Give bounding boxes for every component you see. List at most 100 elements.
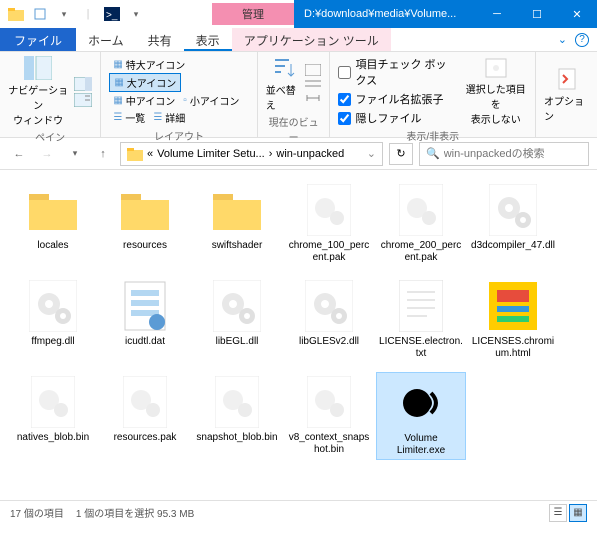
- chevron-down-icon[interactable]: ▾: [126, 4, 146, 24]
- list-item[interactable]: v8_context_snapshot.bin: [284, 372, 374, 460]
- details-view-button[interactable]: ☰: [549, 504, 567, 522]
- list-item[interactable]: ffmpeg.dll: [8, 276, 98, 362]
- tab-home[interactable]: ホーム: [76, 28, 136, 51]
- close-button[interactable]: ✕: [557, 0, 597, 28]
- list-item[interactable]: swiftshader: [192, 180, 282, 266]
- window-controls: ─ ☐ ✕: [477, 0, 597, 28]
- refresh-button[interactable]: ↻: [389, 143, 413, 165]
- file-icon: [117, 374, 173, 430]
- list-item[interactable]: resources.pak: [100, 372, 190, 460]
- groupby-icon[interactable]: [305, 64, 321, 76]
- checkbox-hidden[interactable]: 隠しファイル: [338, 110, 454, 126]
- tab-share[interactable]: 共有: [136, 28, 184, 51]
- list-item[interactable]: icudtl.dat: [100, 276, 190, 362]
- list-item[interactable]: natives_blob.bin: [8, 372, 98, 460]
- ribbon-group-show-hide: 項目チェック ボックス ファイル名拡張子 隠しファイル 選択した項目を 表示しな…: [330, 52, 536, 137]
- file-icon: [117, 182, 173, 238]
- checkbox-extensions[interactable]: ファイル名拡張子: [338, 91, 454, 107]
- list-item[interactable]: chrome_100_percent.pak: [284, 180, 374, 266]
- chevron-left-icon[interactable]: «: [147, 148, 153, 160]
- minimize-button[interactable]: ─: [477, 0, 517, 28]
- up-button[interactable]: ↑: [92, 143, 114, 165]
- nav-pane-icon: [24, 56, 52, 80]
- file-label: d3dcompiler_47.dll: [471, 240, 555, 252]
- ribbon-group-label-showhide: 表示/非表示: [338, 126, 527, 143]
- file-icon: [25, 374, 81, 430]
- view-large-button[interactable]: ▦大アイコン: [109, 73, 181, 92]
- preview-pane-icon[interactable]: [74, 77, 92, 91]
- sizecolumns-icon[interactable]: [305, 92, 321, 104]
- context-tab-title: 管理: [212, 3, 294, 25]
- list-item[interactable]: libGLESv2.dll: [284, 276, 374, 362]
- status-selected: 1 個の項目を選択 95.3 MB: [76, 505, 194, 520]
- ribbon: ナビゲーション ウィンドウ ペイン ▦特大アイコン ▦大アイコン ▦中アイコン …: [0, 52, 597, 138]
- sort-button[interactable]: 並べ替え: [266, 56, 300, 112]
- recent-button[interactable]: ▾: [64, 143, 86, 165]
- list-item[interactable]: libEGL.dll: [192, 276, 282, 362]
- svg-text:>_: >_: [106, 10, 118, 21]
- tab-view[interactable]: 表示: [184, 28, 232, 51]
- hide-selected-button[interactable]: 選択した項目を 表示しない: [464, 57, 527, 126]
- ribbon-collapse-icon[interactable]: ⌄: [558, 33, 567, 46]
- file-label: icudtl.dat: [125, 336, 165, 348]
- details-pane-icon[interactable]: [74, 93, 92, 107]
- breadcrumb[interactable]: « Volume Limiter Setu... › win-unpacked …: [120, 142, 383, 166]
- ribbon-group-options: オプション: [536, 52, 597, 137]
- options-icon: [555, 67, 579, 91]
- list-item[interactable]: Volume Limiter.exe: [376, 372, 466, 460]
- icons-view-button[interactable]: ▦: [569, 504, 587, 522]
- search-field[interactable]: [444, 148, 574, 160]
- file-icon: [209, 374, 265, 430]
- list-item[interactable]: snapshot_blob.bin: [192, 372, 282, 460]
- ribbon-group-layout: ▦特大アイコン ▦大アイコン ▦中アイコン ▫小アイコン ☰一覧 ☰詳細 レイア…: [101, 52, 257, 137]
- qat-separator: |: [78, 4, 98, 24]
- tab-app-tools[interactable]: アプリケーション ツール: [232, 28, 391, 51]
- ribbon-group-label-view: 現在のビュー: [266, 112, 322, 144]
- breadcrumb-crumb[interactable]: Volume Limiter Setu...: [157, 148, 265, 160]
- file-icon: [485, 278, 541, 334]
- chevron-down-icon[interactable]: ⌄: [367, 147, 376, 160]
- list-item[interactable]: d3dcompiler_47.dll: [468, 180, 558, 266]
- folder-icon[interactable]: [6, 4, 26, 24]
- nav-pane-label: ナビゲーション ウィンドウ: [8, 82, 68, 127]
- breadcrumb-crumb[interactable]: win-unpacked: [276, 148, 344, 160]
- file-icon: [209, 278, 265, 334]
- chevron-down-icon[interactable]: ▾: [54, 4, 74, 24]
- list-item[interactable]: resources: [100, 180, 190, 266]
- titlebar: ▾ | >_ ▾ 管理 D:¥download¥media¥Volume... …: [0, 0, 597, 28]
- file-icon: [301, 278, 357, 334]
- file-icon: [117, 278, 173, 334]
- view-list-button[interactable]: ☰一覧: [109, 109, 149, 126]
- file-label: Volume Limiter.exe: [379, 433, 463, 457]
- checkbox-item-checkboxes[interactable]: 項目チェック ボックス: [338, 56, 454, 88]
- file-label: LICENSE.electron.txt: [378, 336, 464, 360]
- folder-icon: [127, 147, 143, 161]
- properties-icon[interactable]: [30, 4, 50, 24]
- addcolumns-icon[interactable]: [305, 78, 321, 90]
- file-label: LICENSES.chromium.html: [470, 336, 556, 360]
- file-list[interactable]: localesresourcesswiftshaderchrome_100_pe…: [0, 170, 597, 500]
- list-item[interactable]: LICENSES.chromium.html: [468, 276, 558, 362]
- view-small-button[interactable]: ▫小アイコン: [179, 92, 243, 109]
- list-item[interactable]: locales: [8, 180, 98, 266]
- nav-pane-button[interactable]: ナビゲーション ウィンドウ: [8, 56, 68, 127]
- file-label: snapshot_blob.bin: [196, 432, 277, 444]
- file-label: libEGL.dll: [216, 336, 259, 348]
- search-input[interactable]: 🔍: [419, 142, 589, 166]
- view-extra-large-button[interactable]: ▦特大アイコン: [109, 56, 189, 73]
- file-icon: [209, 182, 265, 238]
- file-icon: [301, 374, 357, 430]
- list-item[interactable]: chrome_200_percent.pak: [376, 180, 466, 266]
- help-icon[interactable]: ?: [575, 33, 589, 47]
- view-details-button[interactable]: ☰詳細: [149, 109, 189, 126]
- forward-button[interactable]: →: [36, 143, 58, 165]
- back-button[interactable]: ←: [8, 143, 30, 165]
- maximize-button[interactable]: ☐: [517, 0, 557, 28]
- options-button[interactable]: オプション: [544, 67, 589, 123]
- file-label: libGLESv2.dll: [299, 336, 359, 348]
- view-medium-button[interactable]: ▦中アイコン: [109, 92, 179, 109]
- file-menu[interactable]: ファイル: [0, 28, 76, 51]
- file-label: resources.pak: [114, 432, 177, 444]
- list-item[interactable]: LICENSE.electron.txt: [376, 276, 466, 362]
- powershell-icon[interactable]: >_: [102, 4, 122, 24]
